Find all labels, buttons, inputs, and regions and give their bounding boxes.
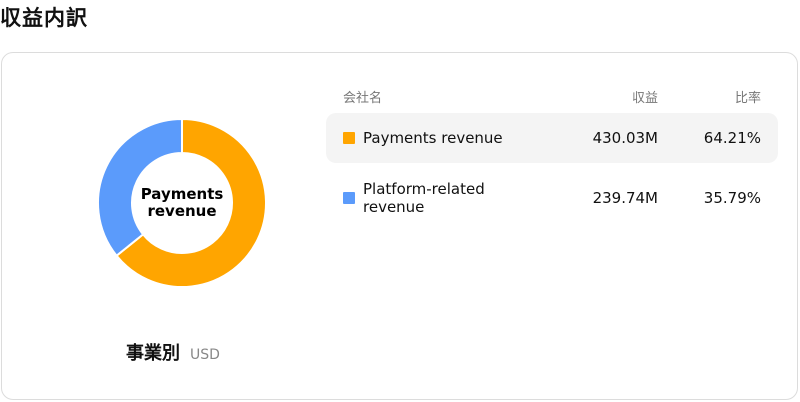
revenue-table: 会社名 収益 比率 Payments revenue 430.03M 64.21… [326,87,778,223]
chart-caption-unit: USD [190,347,220,363]
chart-caption-title: 事業別 [126,343,180,364]
donut-chart: Payments revenue [92,113,272,293]
row-revenue: 430.03M [592,129,658,147]
table-header: 会社名 収益 比率 [326,87,778,107]
donut-slice-platform-related-revenue[interactable] [97,117,183,258]
table-row-platform[interactable]: Platform-related revenue 239.74M 35.79% [326,173,778,223]
chart-caption: 事業別 USD [126,339,220,365]
page-title: 収益内訳 [0,6,88,30]
header-ratio: 比率 [734,91,761,106]
legend-swatch-platform [343,192,355,204]
header-revenue: 収益 [631,91,658,106]
row-revenue: 239.74M [592,189,658,207]
table-row-payments[interactable]: Payments revenue 430.03M 64.21% [326,113,778,163]
row-name: Payments revenue [363,129,503,147]
row-ratio: 64.21% [703,129,761,147]
header-company-name: 会社名 [343,91,383,106]
donut-chart-svg [97,117,267,288]
row-ratio: 35.79% [703,189,761,207]
revenue-breakdown-card: Payments revenue 事業別 USD 会社名 収益 比率 Payme… [1,52,798,400]
legend-swatch-payments [343,132,355,144]
row-name: Platform-related revenue [363,180,485,216]
